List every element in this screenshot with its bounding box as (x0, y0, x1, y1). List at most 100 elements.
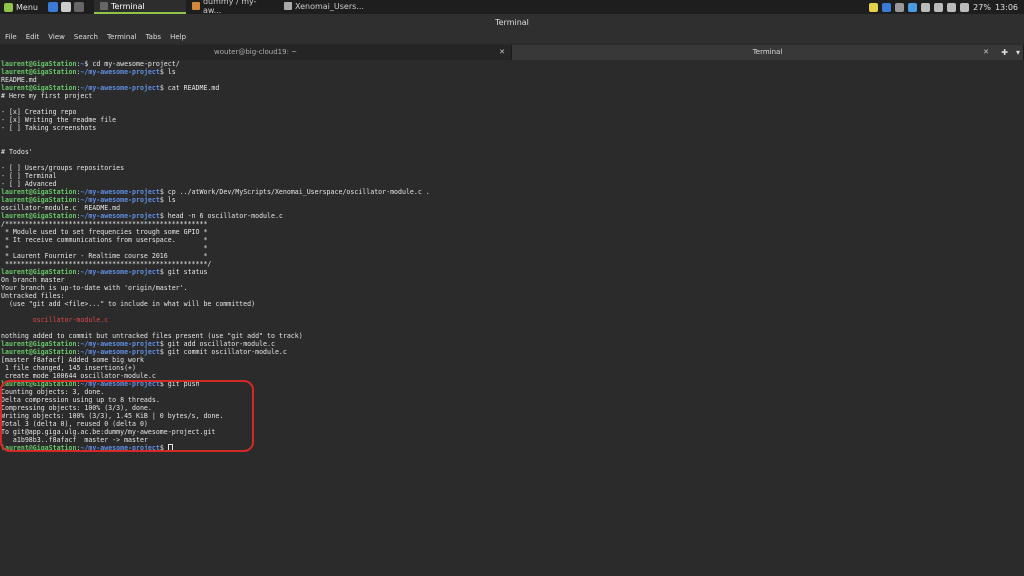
tab-bar: wouter@big-cloud19: ~ ✕ Terminal ✕ (0, 45, 1024, 60)
prompt-user: laurent@GigaStation (1, 84, 77, 92)
menu-help[interactable]: Help (170, 31, 186, 43)
terminal-line: laurent@GigaStation:~$ cd my-awesome-pro… (1, 60, 430, 68)
browser-icon (191, 2, 200, 10)
output-text: ****************************************… (1, 260, 212, 268)
prompt-path: ~/my-awesome-project (80, 68, 160, 76)
output-text: /***************************************… (1, 220, 208, 228)
output-text: * Module used to set frequencies trough … (1, 228, 208, 236)
output-text: $ cat README.md (159, 84, 220, 92)
terminal-line: create mode 100644 oscillator-module.c (1, 372, 430, 380)
output-text: $ ls (159, 196, 176, 204)
volume-icon[interactable] (947, 2, 957, 12)
output-text: $ git status (159, 268, 208, 276)
output-text: - [ ] Terminal (1, 172, 57, 180)
close-tab-icon[interactable]: ✕ (983, 45, 989, 60)
shield-icon[interactable] (869, 2, 879, 12)
task-terminal[interactable]: Terminal (93, 0, 186, 14)
output-text: - [x] Writing the readme file (1, 116, 117, 124)
terminal-line: * Module used to set frequencies trough … (1, 228, 430, 236)
skype-icon[interactable] (895, 2, 905, 12)
task-files[interactable]: Xenomai_Users... (278, 0, 370, 14)
output-text: nothing added to commit but untracked fi… (1, 332, 303, 340)
terminal-line: (use "git add <file>..." to include in w… (1, 300, 430, 308)
task-label: Terminal (110, 1, 145, 11)
menu-button[interactable]: Menu (0, 0, 44, 14)
system-tray: 27% 13:06 (869, 2, 1024, 12)
terminal-line: laurent@GigaStation:~/my-awesome-project… (1, 188, 430, 196)
terminal-line: * Laurent Fournier - Realtime course 201… (1, 252, 430, 260)
output-text: [master f8afacf] Added some big work (1, 356, 144, 364)
tab-remote[interactable]: wouter@big-cloud19: ~ ✕ (0, 45, 512, 60)
terminal-line: laurent@GigaStation:~/my-awesome-project… (1, 84, 430, 92)
menu-edit[interactable]: Edit (26, 31, 40, 43)
prompt-user: laurent@GigaStation (1, 196, 77, 204)
update-icon[interactable] (921, 2, 931, 12)
terminal-line: 1 file changed, 145 insertions(+) (1, 364, 430, 372)
output-text: * * (1, 244, 208, 252)
prompt-path: ~/my-awesome-project (80, 212, 160, 220)
terminal-line: - [x] Writing the readme file (1, 116, 430, 124)
output-text: * Laurent Fournier - Realtime course 201… (1, 252, 208, 260)
terminal-line: On branch master (1, 276, 430, 284)
output-text: $ git add oscillator-module.c (159, 340, 275, 348)
tab-menu-icon[interactable]: ▾ (1016, 45, 1020, 60)
menu-tabs[interactable]: Tabs (146, 31, 162, 43)
terminal-line: laurent@GigaStation:~/my-awesome-project… (1, 340, 430, 348)
dropbox-icon[interactable] (908, 2, 918, 12)
terminal-line: oscillator-module.c README.md (1, 204, 430, 212)
output-text: $ ls (159, 68, 176, 76)
terminal-line: - [ ] Taking screenshots (1, 124, 430, 132)
tab-label: Terminal (752, 48, 783, 56)
terminal-line: # Here my first project (1, 92, 430, 100)
terminal-line: ****************************************… (1, 260, 430, 268)
task-browser[interactable]: dummy / my-aw... (186, 0, 278, 15)
clock[interactable]: 13:06 (995, 3, 1018, 12)
prompt-user: laurent@GigaStation (1, 268, 77, 276)
output-text: # Todos' (1, 148, 33, 156)
terminal-line: # Todos' (1, 148, 430, 156)
terminal-line: * * (1, 244, 430, 252)
prompt-user: laurent@GigaStation (1, 340, 77, 348)
battery-icon[interactable] (960, 2, 970, 12)
terminal-line: laurent@GigaStation:~/my-awesome-project… (1, 348, 430, 356)
prompt-path: ~/my-awesome-project (80, 188, 160, 196)
terminal-line: Your branch is up-to-date with 'origin/m… (1, 284, 430, 292)
browser-launcher-icon[interactable] (47, 2, 58, 12)
menu-terminal[interactable]: Terminal (107, 31, 137, 43)
output-text: $ git commit oscillator-module.c (159, 348, 287, 356)
output-text: # Here my first project (1, 92, 93, 100)
output-text: - [ ] Taking screenshots (1, 124, 97, 132)
tab-tools: ✚ ▾ (1001, 45, 1020, 60)
menu-file[interactable]: File (5, 31, 17, 43)
terminal-line: laurent@GigaStation:~/my-awesome-project… (1, 68, 430, 76)
terminal-launcher-icon[interactable] (73, 2, 84, 12)
prompt-path: ~/my-awesome-project (80, 340, 160, 348)
menu-search[interactable]: Search (74, 31, 98, 43)
close-tab-icon[interactable]: ✕ (499, 45, 505, 60)
task-label: Xenomai_Users... (294, 1, 364, 11)
output-text: * It receive communications from userspa… (1, 236, 208, 244)
output-text: $ head -n 6 oscillator-module.c (159, 212, 283, 220)
terminal-line: nothing added to commit but untracked fi… (1, 332, 430, 340)
output-text: create mode 100644 oscillator-module.c (1, 372, 156, 380)
new-tab-icon[interactable]: ✚ (1001, 45, 1008, 60)
tab-terminal[interactable]: Terminal ✕ (512, 45, 1024, 60)
system-panel: Menu Terminal dummy / my-aw... Xenomai_U… (0, 0, 1024, 15)
taskbar: Terminal dummy / my-aw... Xenomai_Users.… (93, 0, 370, 15)
git-push-highlight (0, 380, 254, 452)
terminal-output[interactable]: laurent@GigaStation:~$ cd my-awesome-pro… (0, 60, 1024, 576)
mint-logo-icon (4, 2, 13, 12)
network-icon[interactable] (934, 2, 944, 12)
terminal-line: - [ ] Terminal (1, 172, 430, 180)
output-text: README.md (1, 76, 37, 84)
output-text: - [x] Creating repo (1, 108, 77, 116)
bluetooth-icon[interactable] (882, 2, 892, 12)
terminal-line: * It receive communications from userspa… (1, 236, 430, 244)
files-launcher-icon[interactable] (60, 2, 71, 12)
menu-view[interactable]: View (48, 31, 65, 43)
prompt-path: ~/my-awesome-project (80, 268, 160, 276)
terminal-line: /***************************************… (1, 220, 430, 228)
terminal-line: laurent@GigaStation:~/my-awesome-project… (1, 212, 430, 220)
